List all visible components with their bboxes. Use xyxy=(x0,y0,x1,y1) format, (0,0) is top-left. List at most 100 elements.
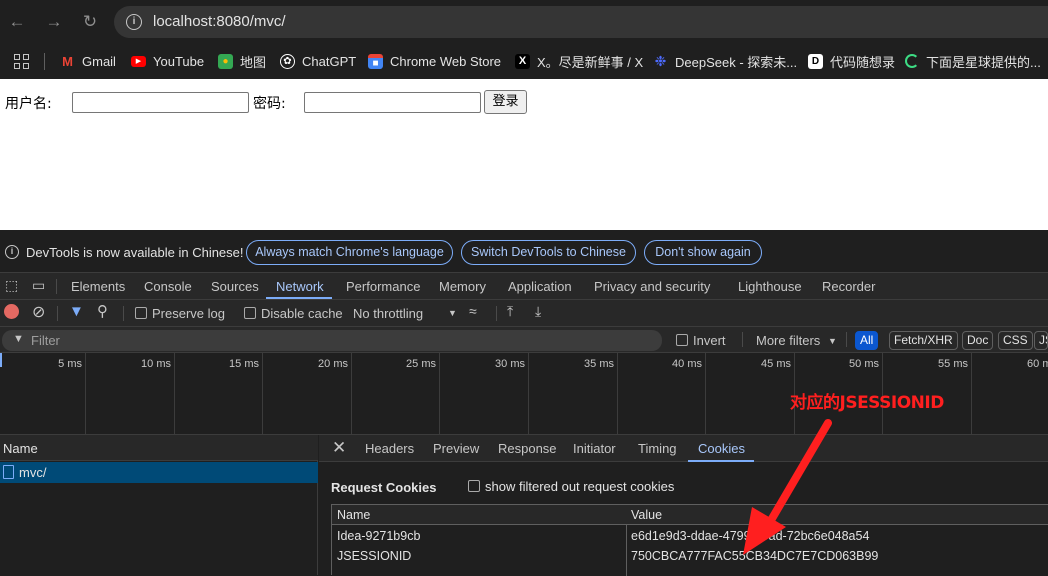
tab-console[interactable]: Console xyxy=(144,279,192,294)
bookmark-deepseek[interactable]: ❉ DeepSeek - 探索未... xyxy=(653,52,797,70)
filter-input-box[interactable]: ▼ Filter xyxy=(2,330,662,351)
preserve-log-checkbox[interactable] xyxy=(135,307,147,319)
inspect-element-icon[interactable]: ⬚ xyxy=(5,277,18,294)
timeline-gridline xyxy=(971,353,972,435)
timeline-tick-label: 60 ms xyxy=(1027,358,1048,370)
timeline-gridline xyxy=(351,353,352,435)
apps-grid-icon[interactable] xyxy=(14,54,29,69)
chevron-down-icon: ▼ xyxy=(448,308,457,318)
network-conditions-icon[interactable]: ≈ xyxy=(469,303,477,319)
timeline-gridline xyxy=(439,353,440,435)
chatgpt-icon: ✿ xyxy=(280,53,295,69)
timeline-gridline xyxy=(528,353,529,435)
webstore-icon: ■ xyxy=(368,53,383,69)
filter-funnel-icon: ▼ xyxy=(13,333,24,345)
infobar-message: DevTools is now available in Chinese! xyxy=(26,245,244,260)
password-input[interactable] xyxy=(304,92,481,113)
back-arrow-icon[interactable]: ← xyxy=(6,11,28,33)
export-har-icon[interactable]: ⤓ xyxy=(535,303,541,320)
tab-performance[interactable]: Performance xyxy=(346,279,420,294)
match-language-button[interactable]: Always match Chrome's language xyxy=(246,240,453,265)
show-filtered-label: show filtered out request cookies xyxy=(485,479,675,494)
request-row[interactable]: mvc/ xyxy=(0,462,318,483)
address-url[interactable]: localhost:8080/mvc/ xyxy=(153,13,286,30)
column-header-value[interactable]: Value xyxy=(631,508,662,522)
tab-application[interactable]: Application xyxy=(508,279,572,294)
bookmark-label: ChatGPT xyxy=(302,53,357,69)
filter-chip-doc[interactable]: Doc xyxy=(962,331,994,350)
bookmark-label: Chrome Web Store xyxy=(390,53,502,69)
timeline-tick-label: 25 ms xyxy=(406,358,436,370)
bookmark-dmsxl[interactable]: D 代码随想录 xyxy=(808,52,895,70)
close-icon[interactable]: ✕ xyxy=(332,438,346,458)
network-toolbar: ⊘ ▼ ⚲ Preserve log Disable cache No thro… xyxy=(0,300,1048,327)
request-cookies-title: Request Cookies xyxy=(331,480,437,495)
column-header-name[interactable]: Name xyxy=(337,508,370,522)
tab-network[interactable]: Network xyxy=(276,279,324,294)
tab-recorder[interactable]: Recorder xyxy=(822,279,875,294)
preserve-log-label: Preserve log xyxy=(152,306,225,321)
bookmark-chatgpt[interactable]: ✿ ChatGPT xyxy=(280,52,356,70)
login-button[interactable]: 登录 xyxy=(484,90,527,114)
filter-funnel-icon[interactable]: ▼ xyxy=(69,303,84,320)
filter-chip-js[interactable]: JS xyxy=(1034,331,1048,350)
disable-cache-checkbox[interactable] xyxy=(244,307,256,319)
bookmark-label: 代码随想录 xyxy=(830,54,896,70)
network-filter-bar: ▼ Filter Invert More filters ▼ All Fetch… xyxy=(0,327,1048,353)
tab-preview[interactable]: Preview xyxy=(433,441,479,456)
table-row[interactable]: JSESSIONID 750CBCA777FAC55CB34DC7E7CD063… xyxy=(332,546,1048,566)
tab-sources[interactable]: Sources xyxy=(211,279,259,294)
table-row[interactable]: Idea-9271b9cb e6d1e9d3-ddae-4799-99ad-72… xyxy=(332,526,1048,546)
bookmark-gmail[interactable]: M Gmail xyxy=(60,52,116,70)
throttling-select[interactable]: No throttling xyxy=(353,306,423,321)
device-toolbar-icon[interactable]: ▭ xyxy=(32,277,45,294)
devtools-language-infobar: i DevTools is now available in Chinese! … xyxy=(0,230,1048,273)
tab-timing[interactable]: Timing xyxy=(638,441,677,456)
dont-show-again-button[interactable]: Don't show again xyxy=(644,240,762,265)
tab-initiator[interactable]: Initiator xyxy=(573,441,616,456)
bookmark-planet[interactable]: 下面是星球提供的... xyxy=(905,52,1041,70)
timeline-gridline xyxy=(85,353,86,435)
loading-icon xyxy=(905,54,919,68)
tab-privacy-security[interactable]: Privacy and security xyxy=(594,279,710,294)
bookmark-x[interactable]: X X。尽是新鲜事 / X xyxy=(515,52,643,70)
filter-chip-all[interactable]: All xyxy=(855,331,879,350)
bookmark-label: 地图 xyxy=(240,54,267,70)
bookmark-webstore[interactable]: ■ Chrome Web Store xyxy=(368,52,501,70)
import-har-icon[interactable]: ⤒ xyxy=(507,303,513,320)
filter-chip-css[interactable]: CSS xyxy=(998,331,1033,350)
dmsxl-icon: D xyxy=(808,53,823,69)
bookmark-maps[interactable]: ● 地图 xyxy=(218,52,266,70)
tab-lighthouse[interactable]: Lighthouse xyxy=(738,279,802,294)
record-stop-icon[interactable] xyxy=(4,304,19,319)
username-input[interactable] xyxy=(72,92,249,113)
name-column-header[interactable]: Name xyxy=(3,441,38,456)
timeline-tick-label: 20 ms xyxy=(318,358,348,370)
tab-memory[interactable]: Memory xyxy=(439,279,486,294)
tab-headers[interactable]: Headers xyxy=(365,441,414,456)
tab-response[interactable]: Response xyxy=(498,441,557,456)
filter-input[interactable]: Filter xyxy=(31,333,60,348)
clear-icon[interactable]: ⊘ xyxy=(32,302,45,322)
search-icon[interactable]: ⚲ xyxy=(97,302,108,320)
switch-chinese-button[interactable]: Switch DevTools to Chinese xyxy=(461,240,636,265)
invert-checkbox[interactable] xyxy=(676,334,688,346)
chevron-down-icon: ▼ xyxy=(828,336,837,346)
more-filters-dropdown[interactable]: More filters xyxy=(756,333,820,348)
forward-arrow-icon[interactable]: → xyxy=(43,11,65,33)
bookmark-youtube[interactable]: ▶ YouTube xyxy=(131,52,204,70)
reload-icon[interactable]: ↻ xyxy=(79,11,101,33)
timeline-tick-label: 35 ms xyxy=(584,358,614,370)
timeline-gridline xyxy=(617,353,618,435)
site-info-icon[interactable]: i xyxy=(126,14,142,30)
address-bar[interactable]: i localhost:8080/mvc/ xyxy=(114,6,1048,38)
browser-toolbar: ← → ↻ i localhost:8080/mvc/ xyxy=(0,0,1048,44)
request-name[interactable]: mvc/ xyxy=(19,465,46,480)
timeline-start-marker xyxy=(0,353,2,367)
timeline-tick-label: 45 ms xyxy=(761,358,791,370)
show-filtered-checkbox[interactable] xyxy=(468,480,480,492)
request-list-header[interactable]: Name xyxy=(0,435,318,461)
tab-cookies[interactable]: Cookies xyxy=(698,441,745,456)
tab-elements[interactable]: Elements xyxy=(71,279,125,294)
filter-chip-fetch-xhr[interactable]: Fetch/XHR xyxy=(889,331,958,350)
